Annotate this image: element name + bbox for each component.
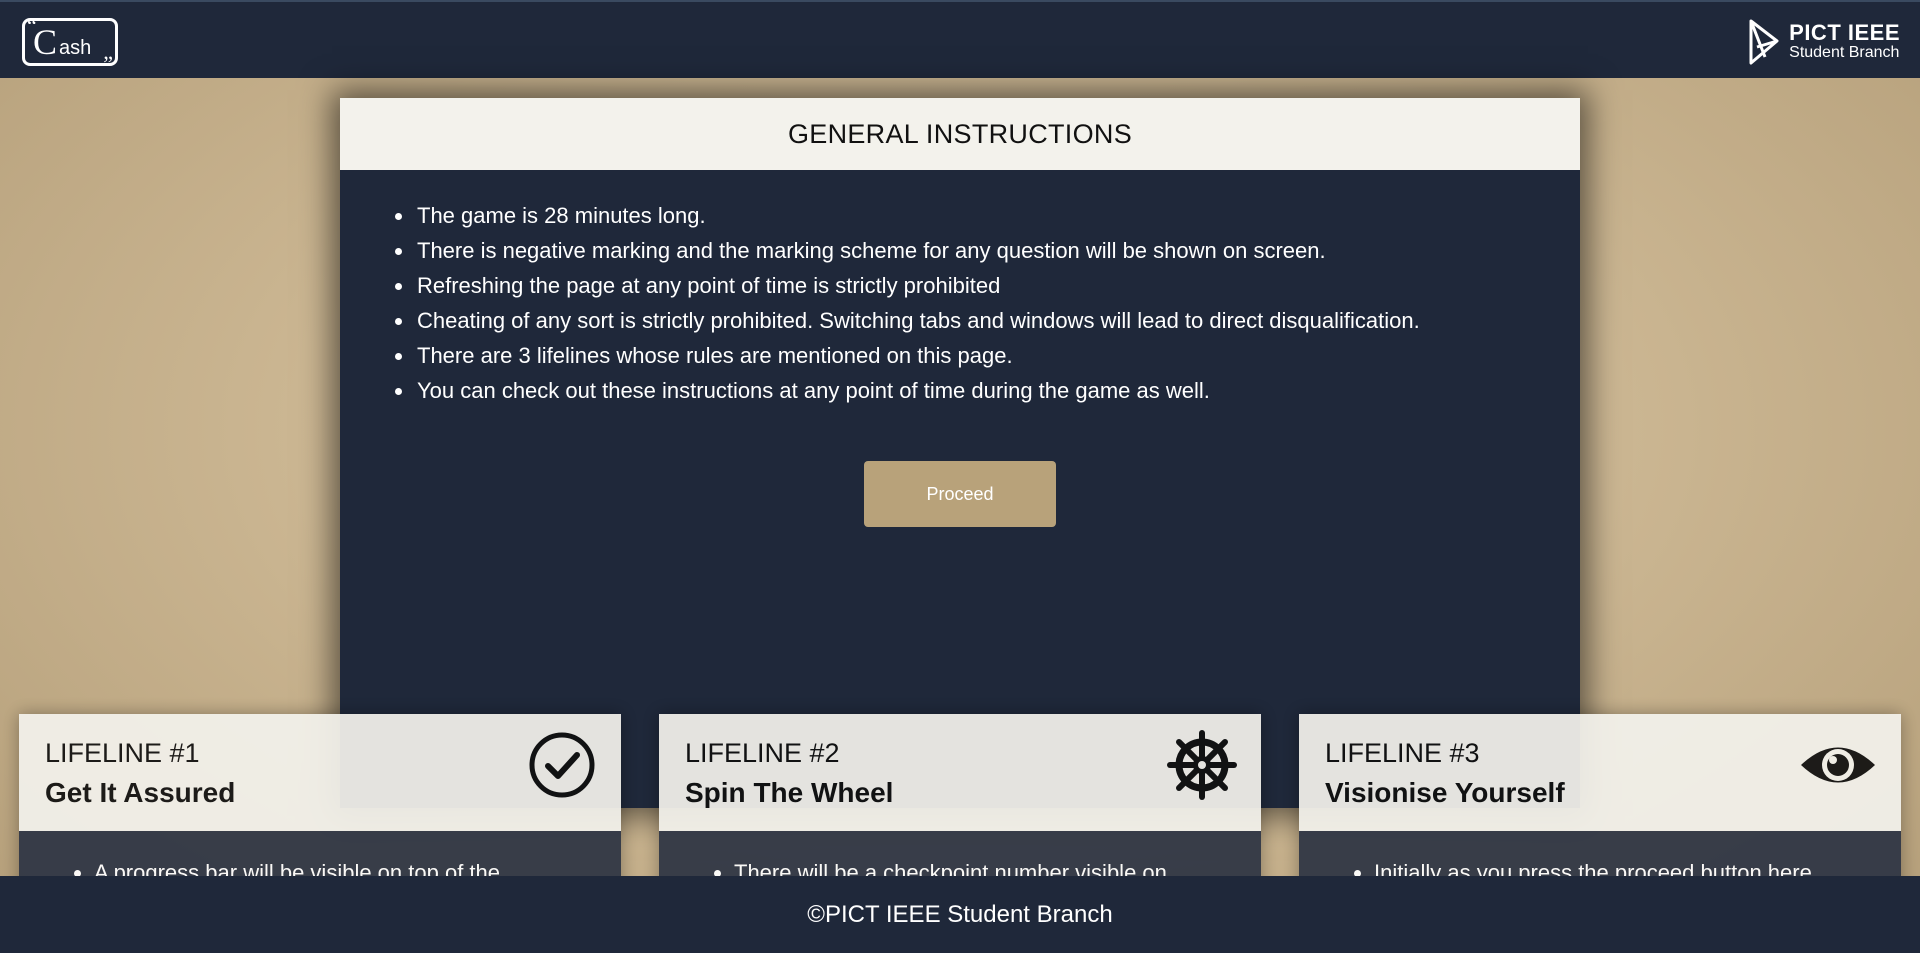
lifeline-card-header: LIFELINE #3 Visionise Yourself [1299,714,1901,831]
eye-icon [1801,747,1875,783]
lifeline-number: LIFELINE #1 [45,738,200,768]
lifeline-name: Get It Assured [45,777,236,808]
ship-wheel-icon [1167,730,1237,800]
logo-suffix: ash [59,37,92,59]
instructions-title: GENERAL INSTRUCTIONS [340,98,1580,170]
instruction-item: Refreshing the page at any point of time… [415,268,1580,303]
lifeline-card-header: LIFELINE #2 Spin The Wheel [659,714,1261,831]
instruction-item: There is negative marking and the markin… [415,233,1580,268]
lifeline-name: Spin The Wheel [685,777,894,808]
lifeline-number: LIFELINE #3 [1325,738,1480,768]
instruction-item: You can check out these instructions at … [415,373,1580,408]
logo-subtitle: Student Branch [1789,44,1900,61]
footer: ©PICT IEEE Student Branch [0,876,1920,953]
top-navbar: “ Cash ” PICT IEEE Student Branch [0,0,1920,78]
footer-copyright: ©PICT IEEE Student Branch [807,900,1113,928]
clash-logo[interactable]: “ Cash ” [22,13,118,76]
proceed-button[interactable]: Proceed [864,461,1056,527]
lifeline-name: Visionise Yourself [1325,777,1565,808]
instructions-list: The game is 28 minutes long. There is ne… [340,170,1580,408]
instruction-item: There are 3 lifelines whose rules are me… [415,338,1580,373]
instruction-item: The game is 28 minutes long. [415,198,1580,233]
logo-close-quote: ” [103,51,113,76]
instruction-item: Cheating of any sort is strictly prohibi… [415,303,1580,338]
instructions-panel: GENERAL INSTRUCTIONS The game is 28 minu… [340,98,1580,808]
logo-title: PICT IEEE [1789,20,1900,45]
ieee-mark-icon [1749,19,1779,65]
logo-open-quote: “ [27,13,37,38]
check-circle-icon [529,732,595,798]
lifeline-number: LIFELINE #2 [685,738,840,768]
pict-ieee-logo[interactable]: PICT IEEE Student Branch [1747,18,1900,66]
lifeline-card-header: LIFELINE #1 Get It Assured [19,714,621,831]
